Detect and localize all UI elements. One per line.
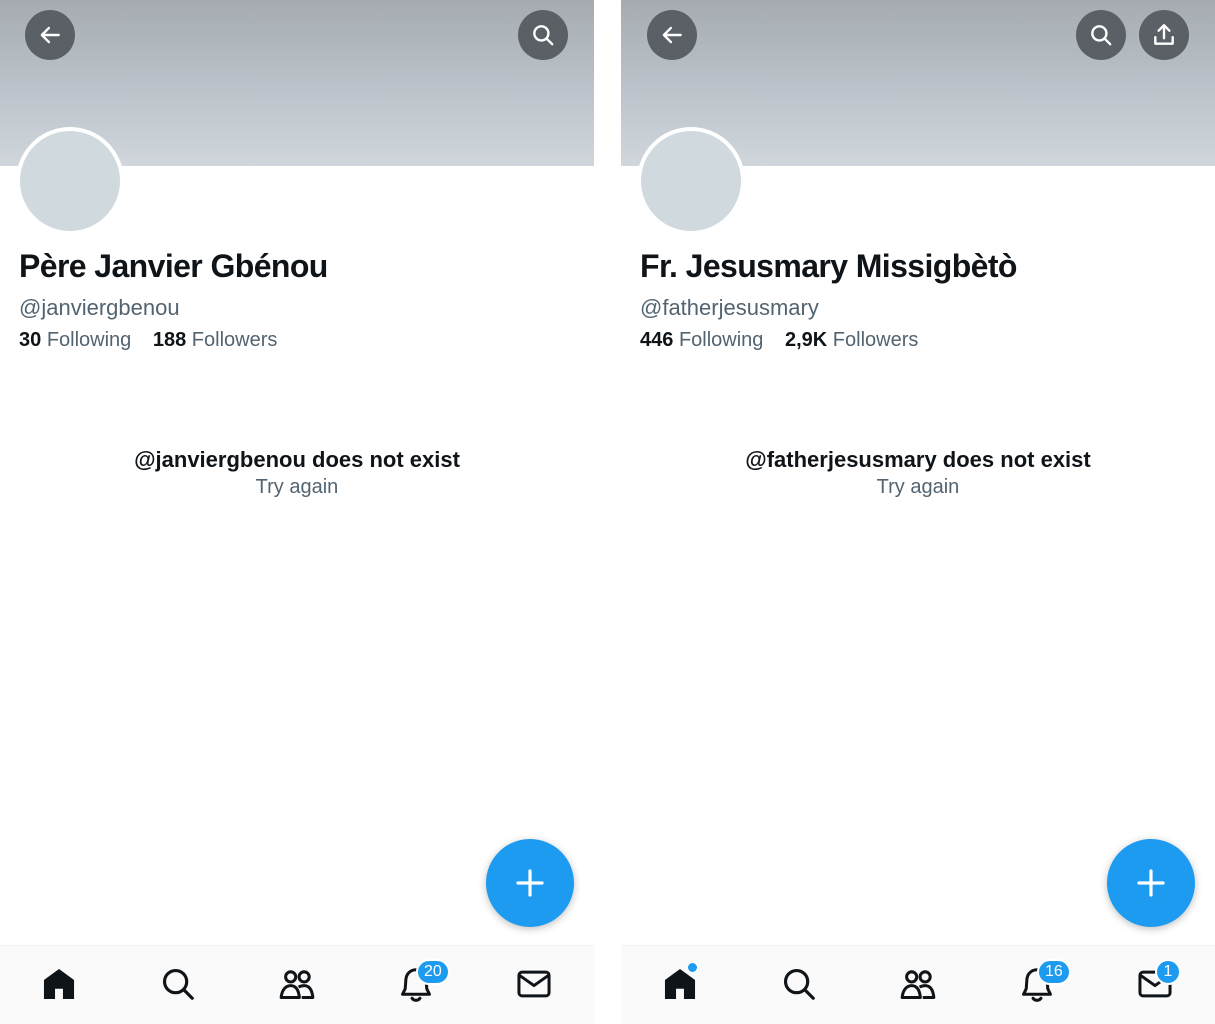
nav-notifications[interactable]: 20 xyxy=(396,959,450,1004)
bottom-navigation: 16 1 xyxy=(621,945,1215,1024)
search-button[interactable] xyxy=(518,10,568,60)
notifications-badge: 20 xyxy=(416,959,450,985)
followers-link[interactable]: 2,9K Followers xyxy=(785,329,918,351)
nav-communities[interactable] xyxy=(277,964,317,1004)
followers-label: Followers xyxy=(191,329,278,351)
followers-link[interactable]: 188 Followers xyxy=(153,329,278,351)
plus-icon xyxy=(1137,869,1165,897)
following-link[interactable]: 446 Following xyxy=(640,329,763,351)
error-message: @fatherjesusmary does not exist Try agai… xyxy=(621,447,1215,499)
error-message: @janviergbenou does not exist Try again xyxy=(0,447,594,499)
followers-label: Followers xyxy=(832,329,919,351)
nav-messages[interactable]: 1 xyxy=(1135,959,1181,1004)
error-title: @janviergbenou does not exist xyxy=(134,447,460,472)
search-icon xyxy=(162,968,194,1000)
communities-icon xyxy=(279,970,315,999)
nav-search[interactable] xyxy=(158,964,198,1004)
share-icon xyxy=(1154,24,1174,45)
followers-count: 188 xyxy=(152,329,187,351)
communities-icon xyxy=(900,970,936,999)
nav-notifications[interactable]: 16 xyxy=(1017,959,1071,1004)
search-icon xyxy=(533,25,554,46)
messages-badge: 1 xyxy=(1155,959,1181,985)
nav-search[interactable] xyxy=(779,964,819,1004)
nav-communities[interactable] xyxy=(898,964,938,1004)
profile-screen-left: Père Janvier Gbénou @janviergbenou 30 Fo… xyxy=(0,0,594,1024)
notifications-badge: 16 xyxy=(1037,959,1071,985)
error-title: @fatherjesusmary does not exist xyxy=(745,447,1091,472)
home-icon xyxy=(43,968,75,1000)
back-arrow-icon xyxy=(40,26,60,44)
mail-icon xyxy=(517,970,551,998)
unread-dot xyxy=(687,962,698,973)
try-again-link[interactable]: Try again xyxy=(0,476,594,499)
search-icon xyxy=(1091,25,1112,46)
followers-count: 2,9K xyxy=(784,329,828,351)
user-handle: @fatherjesusmary xyxy=(640,295,819,320)
following-count: 30 xyxy=(19,329,42,351)
display-name: Père Janvier Gbénou xyxy=(19,248,328,284)
user-handle: @janviergbenou xyxy=(19,295,180,320)
following-count: 446 xyxy=(640,329,674,351)
profile-screen-right: Fr. Jesusmary Missigbètò @fatherjesusmar… xyxy=(621,0,1215,1024)
nav-home[interactable] xyxy=(39,964,79,1004)
back-button[interactable] xyxy=(647,10,697,60)
nav-home[interactable] xyxy=(660,962,700,1004)
compose-button[interactable] xyxy=(486,839,574,927)
compose-button[interactable] xyxy=(1107,839,1195,927)
following-label: Following xyxy=(678,329,764,351)
plus-icon xyxy=(516,869,544,897)
avatar[interactable] xyxy=(637,127,745,235)
share-button[interactable] xyxy=(1139,10,1189,60)
profile-stats: 446 Following 2,9K Followers xyxy=(640,329,934,352)
following-label: Following xyxy=(46,329,132,351)
avatar[interactable] xyxy=(16,127,124,235)
profile-stats: 30 Following 188 Followers xyxy=(19,329,293,352)
following-link[interactable]: 30 Following xyxy=(19,329,131,351)
screenshot-stage: Père Janvier Gbénou @janviergbenou 30 Fo… xyxy=(0,0,1215,1024)
search-button[interactable] xyxy=(1076,10,1126,60)
search-icon xyxy=(783,968,815,1000)
try-again-link[interactable]: Try again xyxy=(621,476,1215,499)
nav-messages[interactable] xyxy=(514,964,554,1004)
back-arrow-icon xyxy=(662,26,682,44)
back-button[interactable] xyxy=(25,10,75,60)
display-name: Fr. Jesusmary Missigbètò xyxy=(640,248,1017,284)
bottom-navigation: 20 xyxy=(0,945,594,1024)
